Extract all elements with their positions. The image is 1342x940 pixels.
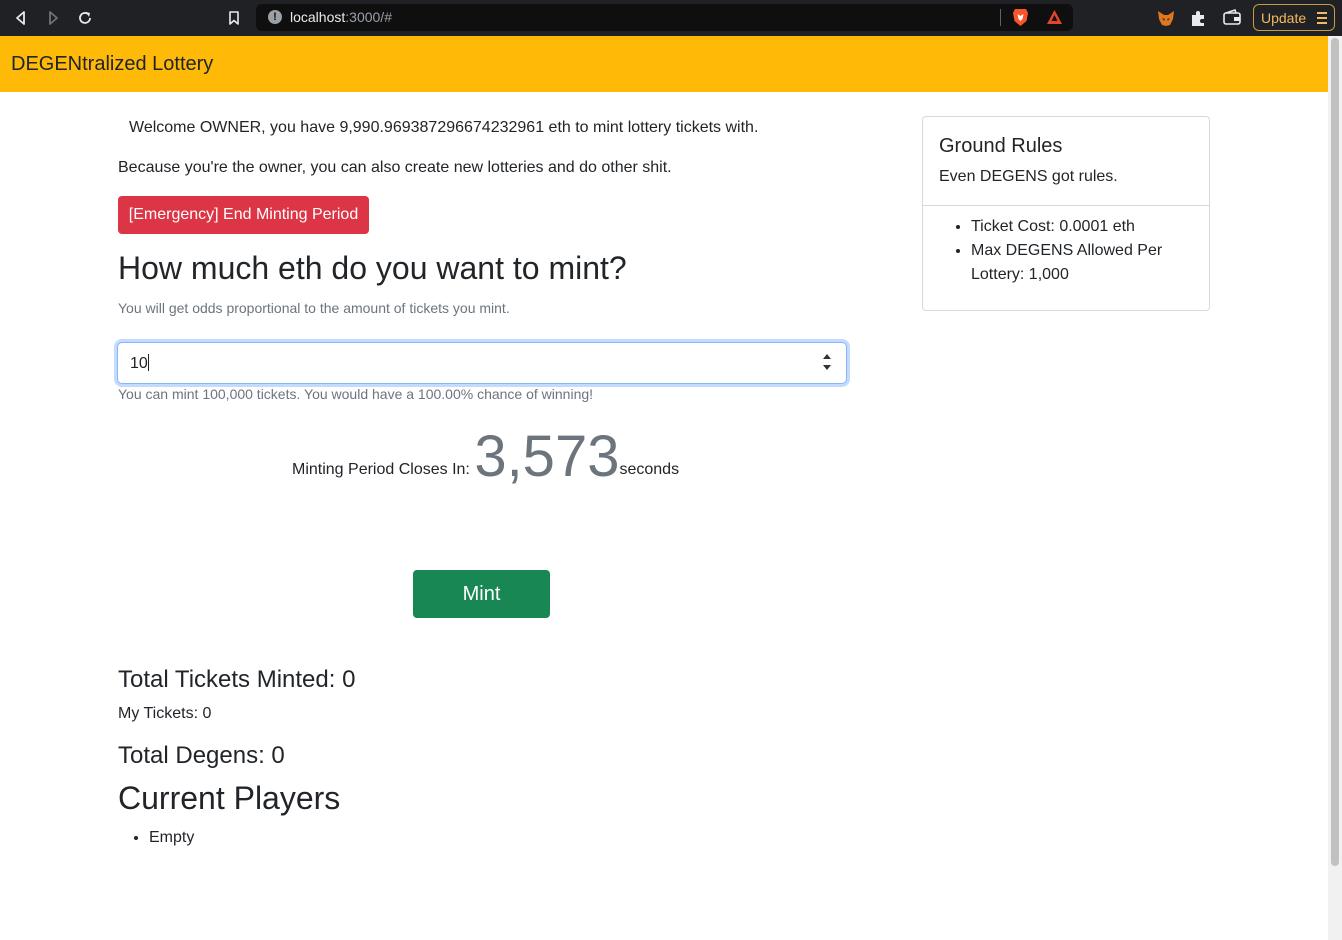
url-path: :3000/# — [345, 9, 392, 25]
forward-icon[interactable] — [42, 7, 64, 29]
card-subtitle: Even DEGENS got rules. — [939, 168, 1118, 185]
hamburger-menu-icon — [1317, 12, 1327, 27]
app-navbar: DEGENtralized Lottery — [0, 36, 1328, 92]
list-item: Empty — [149, 829, 194, 847]
my-tickets: My Tickets: 0 — [118, 705, 212, 722]
rules-list: Ticket Cost: 0.0001 eth Max DEGENS Allow… — [971, 215, 1191, 287]
list-item: Ticket Cost: 0.0001 eth — [971, 215, 1191, 239]
address-bar[interactable]: ! localhost:3000/# — [256, 4, 1073, 31]
update-label: Update — [1261, 10, 1307, 26]
navbar-brand[interactable]: DEGENtralized Lottery — [11, 53, 213, 76]
mint-heading: How much eth do you want to mint? — [118, 250, 627, 286]
url-host: localhost — [290, 9, 346, 25]
players-list: Empty — [149, 829, 194, 847]
eth-amount-value: 10 — [130, 354, 149, 372]
number-stepper[interactable] — [822, 352, 832, 374]
scrollbar-thumb[interactable] — [1331, 38, 1339, 866]
end-minting-period-button[interactable]: [Emergency] End Minting Period — [118, 196, 369, 234]
list-item: Max DEGENS Allowed Per Lottery: 1,000 — [971, 239, 1191, 287]
address-bar-divider — [1000, 9, 1001, 26]
stepper-down-icon[interactable] — [823, 365, 831, 370]
stepper-up-icon[interactable] — [823, 354, 831, 359]
ground-rules-card: Ground Rules Even DEGENS got rules. Tick… — [922, 116, 1210, 311]
countdown-label: Minting Period Closes In: — [292, 461, 470, 478]
back-icon[interactable] — [10, 7, 32, 29]
browser-update-button[interactable]: Update — [1253, 4, 1335, 31]
metamask-fox-icon[interactable] — [1156, 8, 1176, 28]
reload-icon[interactable] — [74, 7, 96, 29]
mint-help-text: You can mint 100,000 tickets. You would … — [118, 386, 594, 402]
countdown-value: 3,573 — [474, 424, 620, 489]
site-info-icon[interactable]: ! — [268, 10, 282, 24]
extensions-puzzle-icon[interactable] — [1189, 8, 1209, 28]
total-degens: Total Degens: 0 — [118, 742, 285, 769]
welcome-message: Welcome OWNER, you have 9,990.9693872966… — [129, 119, 759, 136]
bookmark-icon[interactable] — [223, 7, 245, 29]
owner-note: Because you're the owner, you can also c… — [118, 159, 672, 176]
countdown-unit: seconds — [619, 461, 680, 478]
brave-rewards-icon[interactable] — [1046, 9, 1063, 26]
total-tickets-minted: Total Tickets Minted: 0 — [118, 666, 356, 693]
brave-shields-icon[interactable] — [1012, 8, 1029, 27]
card-divider — [923, 205, 1209, 206]
text-cursor — [147, 354, 149, 371]
minting-countdown: Minting Period Closes In: 3,573seconds — [292, 428, 679, 486]
eth-amount-input[interactable]: 10 — [117, 342, 847, 384]
page-scrollbar[interactable] — [1328, 36, 1342, 940]
wallet-icon[interactable] — [1222, 8, 1242, 28]
url-text[interactable]: localhost:3000/# — [290, 9, 392, 25]
mint-subtext: You will get odds proportional to the am… — [118, 300, 510, 316]
mint-button[interactable]: Mint — [413, 570, 550, 618]
card-title: Ground Rules — [939, 135, 1063, 157]
current-players-heading: Current Players — [118, 780, 341, 816]
browser-toolbar: ! localhost:3000/# Update — [0, 0, 1342, 36]
